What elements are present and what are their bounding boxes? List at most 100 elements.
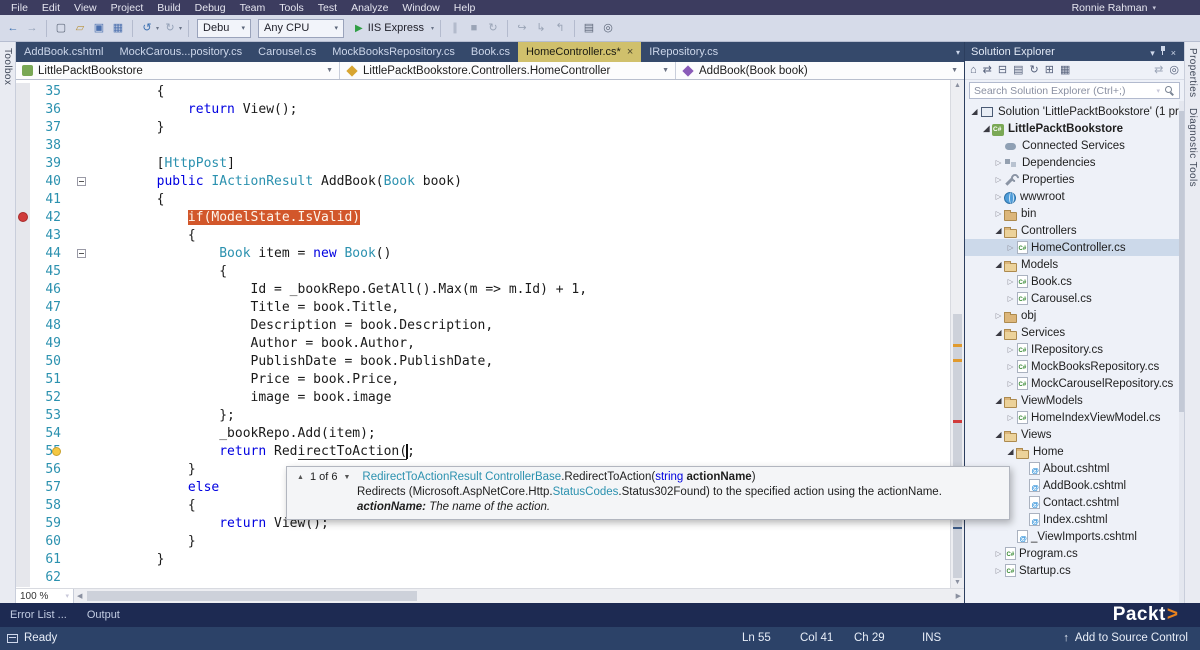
menu-window[interactable]: Window (395, 2, 446, 14)
panel-tab-output[interactable]: Output (87, 609, 120, 621)
scroll-right-icon[interactable]: ▶ (953, 592, 964, 600)
expander-expanded-icon[interactable]: ◢ (981, 124, 992, 133)
open-file-icon[interactable]: ▱ (72, 20, 88, 36)
expander-expanded-icon[interactable]: ◢ (969, 107, 980, 116)
tree-item-irepository-cs[interactable]: ▷IRepository.cs (965, 341, 1184, 358)
code-line[interactable]: 44 Book item = new Book() (16, 245, 964, 263)
tree-item-mockcarouselrepository-cs[interactable]: ▷MockCarouselRepository.cs (965, 375, 1184, 392)
code-line[interactable]: 47 Title = book.Title, (16, 299, 964, 317)
menu-team[interactable]: Team (233, 2, 273, 14)
breakpoint-margin[interactable] (16, 83, 30, 101)
tree-scrollbar[interactable] (1179, 101, 1184, 603)
scrollbar-thumb[interactable] (953, 313, 962, 578)
expander-collapsed-icon[interactable]: ▷ (993, 549, 1004, 558)
step-out-icon[interactable]: ↰ (552, 20, 568, 36)
attach-icon[interactable]: ◎ (600, 20, 616, 36)
tree-item-models[interactable]: ◢ Models (965, 256, 1184, 273)
breakpoint-margin[interactable] (16, 533, 30, 551)
breakpoint-margin[interactable] (16, 263, 30, 281)
code-line[interactable]: 52 image = book.image (16, 389, 964, 407)
menu-project[interactable]: Project (104, 2, 151, 14)
lightbulb-icon[interactable] (52, 447, 61, 456)
code-line[interactable]: 41 { (16, 191, 964, 209)
breakpoint-margin[interactable] (16, 569, 30, 587)
search-icon[interactable] (1164, 85, 1175, 96)
tree-item-program-cs[interactable]: ▷Program.cs (965, 545, 1184, 562)
expander-collapsed-icon[interactable]: ▷ (1005, 413, 1016, 422)
breakpoint-margin[interactable] (16, 227, 30, 245)
code-line[interactable]: 49 Author = book.Author, (16, 335, 964, 353)
menu-view[interactable]: View (67, 2, 104, 14)
tree-item-startup-cs[interactable]: ▷Startup.cs (965, 562, 1184, 579)
expander-collapsed-icon[interactable]: ▷ (1005, 294, 1016, 303)
expander-collapsed-icon[interactable]: ▷ (1005, 379, 1016, 388)
code-line[interactable]: 46 Id = _bookRepo.GetAll().Max(m => m.Id… (16, 281, 964, 299)
hscroll-thumb[interactable] (87, 591, 417, 601)
tree-item-views[interactable]: ◢ Views (965, 426, 1184, 443)
fold-collapse-icon[interactable] (77, 249, 86, 258)
expander-collapsed-icon[interactable]: ▷ (993, 158, 1004, 167)
show-all-files-icon[interactable]: ▤ (1013, 63, 1023, 77)
nav-back-icon[interactable]: ← (5, 20, 21, 36)
menu-tools[interactable]: Tools (272, 2, 311, 14)
tree-item-connected-services[interactable]: Connected Services (965, 137, 1184, 154)
expander-collapsed-icon[interactable]: ▷ (993, 192, 1004, 201)
breakpoint-margin[interactable] (16, 407, 30, 425)
close-icon[interactable]: × (627, 47, 633, 58)
chevron-down-icon[interactable]: ▾ (179, 25, 182, 32)
search-input[interactable] (974, 84, 1153, 97)
tree-item-wwwroot[interactable]: ▷ wwwroot (965, 188, 1184, 205)
breakpoint-margin[interactable] (16, 515, 30, 533)
breakpoint-margin[interactable] (16, 371, 30, 389)
tab-irepository-cs[interactable]: IRepository.cs (641, 42, 726, 62)
menu-edit[interactable]: Edit (35, 2, 67, 14)
stop-icon[interactable]: ■ (466, 20, 482, 36)
chevron-down-icon[interactable]: ▾ (1156, 87, 1160, 95)
solution-configurations-dropdown[interactable]: Debu ▾ (197, 18, 252, 38)
menu-test[interactable]: Test (311, 2, 344, 14)
breakpoint-margin[interactable] (16, 461, 30, 479)
user-account-menu[interactable]: Ronnie Rahman ▾ (1072, 2, 1196, 14)
add-to-source-control-button[interactable]: ↑ Add to Source Control (1063, 627, 1188, 650)
side-tab-properties[interactable]: Properties (1187, 48, 1198, 98)
code-line[interactable]: 62 (16, 569, 964, 587)
expander-collapsed-icon[interactable]: ▷ (1005, 362, 1016, 371)
breakpoint-icon[interactable] (18, 212, 28, 222)
tree-item-solution-littlepacktbookstore-1-pr[interactable]: ◢ Solution 'LittlePacktBookstore' (1 pr (965, 103, 1184, 120)
tree-item-home[interactable]: ◢ Home (965, 443, 1184, 460)
expander-expanded-icon[interactable]: ◢ (993, 328, 1004, 337)
hscroll-track[interactable] (85, 589, 952, 603)
breakpoint-margin[interactable] (16, 497, 30, 515)
refresh-icon[interactable]: ↻ (1030, 63, 1039, 77)
code-line[interactable]: 54 _bookRepo.Add(item); (16, 425, 964, 443)
tree-item-littlepacktbookstore[interactable]: ◢LittlePacktBookstore (965, 120, 1184, 137)
code-line[interactable]: 48 Description = book.Description, (16, 317, 964, 335)
menu-help[interactable]: Help (447, 2, 483, 14)
expander-collapsed-icon[interactable]: ▷ (1005, 243, 1016, 252)
breakpoint-margin[interactable] (16, 191, 30, 209)
breakpoint-margin[interactable] (16, 209, 30, 227)
code-line[interactable]: 38 (16, 137, 964, 155)
scroll-down-icon[interactable]: ▼ (951, 579, 964, 586)
project-dropdown[interactable]: LittlePacktBookstore ▼ (16, 62, 340, 79)
code-line[interactable]: 61 } (16, 551, 964, 569)
redo-icon[interactable]: ↻ (162, 20, 178, 36)
code-line[interactable]: 43 { (16, 227, 964, 245)
breakpoint-margin[interactable] (16, 551, 30, 569)
chevron-down-icon[interactable]: ▾ (156, 25, 159, 32)
expander-collapsed-icon[interactable]: ▷ (993, 311, 1004, 320)
menu-analyze[interactable]: Analyze (344, 2, 395, 14)
tree-item-obj[interactable]: ▷ obj (965, 307, 1184, 324)
tab-book-cs[interactable]: Book.cs (463, 42, 518, 62)
solution-platforms-dropdown[interactable]: Any CPU ▾ (258, 18, 345, 38)
restart-icon[interactable]: ↻ (485, 20, 501, 36)
tree-item-bin[interactable]: ▷ bin (965, 205, 1184, 222)
fold-collapse-icon[interactable] (77, 177, 86, 186)
code-line[interactable]: 39 [HttpPost] (16, 155, 964, 173)
code-line[interactable]: 60 } (16, 533, 964, 551)
tree-item-carousel-cs[interactable]: ▷Carousel.cs (965, 290, 1184, 307)
chevron-down-icon[interactable]: ▾ (431, 25, 434, 32)
properties-icon[interactable]: ▦ (1060, 63, 1070, 77)
breakpoint-margin[interactable] (16, 335, 30, 353)
collapse-all-icon[interactable]: ⊟ (998, 63, 1007, 77)
